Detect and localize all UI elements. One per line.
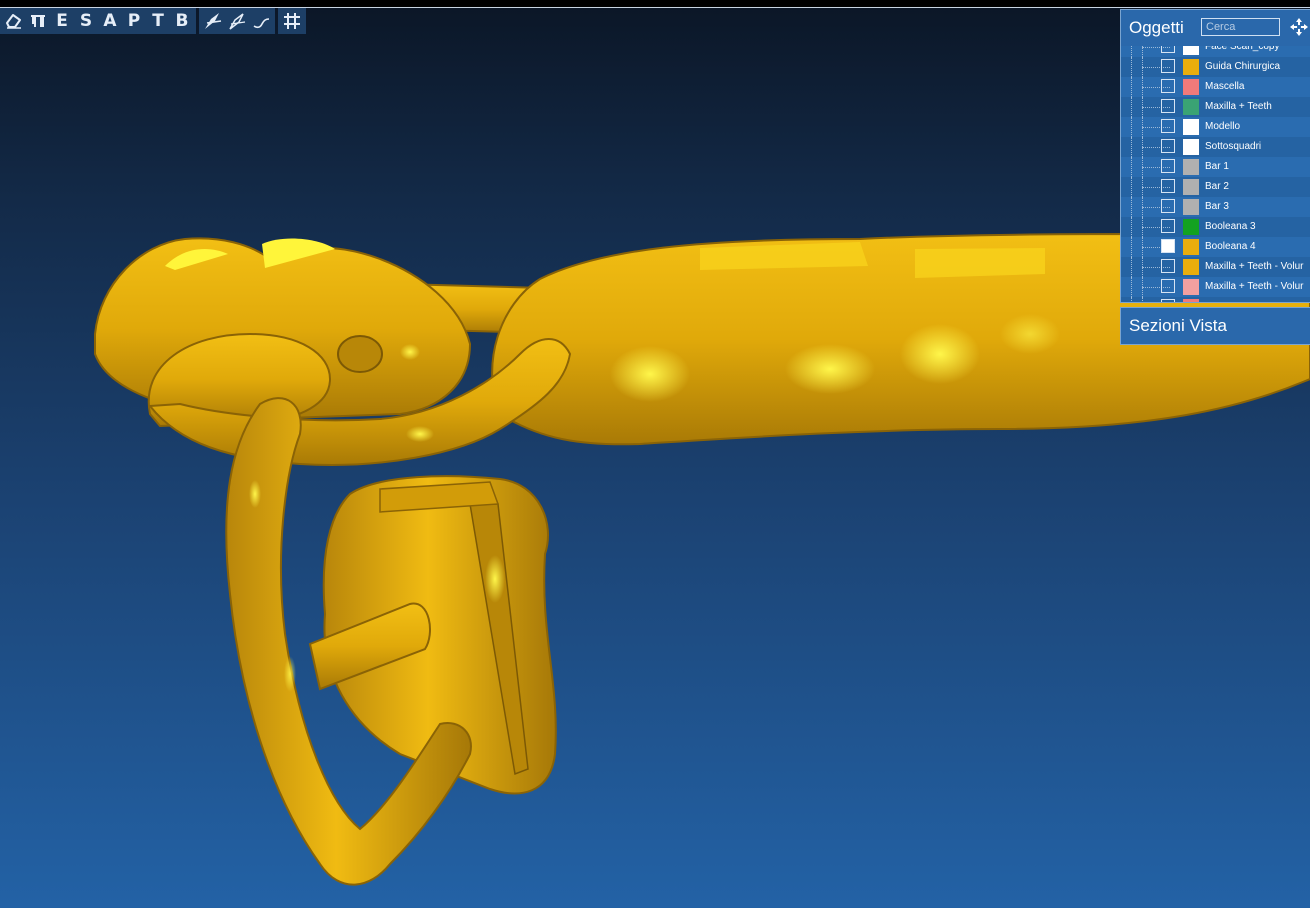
item-label: Booleana 4 — [1205, 241, 1256, 252]
visibility-checkbox[interactable] — [1161, 99, 1175, 113]
objects-panel: Face Scan_copy Guida Chirurgica Mascella… — [1120, 9, 1310, 303]
color-swatch[interactable] — [1183, 159, 1199, 175]
toolbar-letter-e[interactable]: E — [50, 9, 74, 33]
visibility-checkbox[interactable] — [1161, 79, 1175, 93]
color-swatch[interactable] — [1183, 79, 1199, 95]
item-label: Sottosquadri — [1205, 141, 1262, 152]
tree-line — [1131, 137, 1170, 157]
list-item[interactable]: Maxilla + Teeth - Volur — [1121, 277, 1310, 297]
objects-panel-title: Oggetti — [1129, 18, 1184, 37]
3d-viewport[interactable] — [0, 34, 1310, 908]
toolbar-letter-a[interactable]: A — [98, 9, 122, 33]
color-swatch[interactable] — [1183, 219, 1199, 235]
draw-surface-icon[interactable] — [201, 9, 225, 33]
toolbar: E S A P T B — [0, 8, 309, 34]
color-swatch[interactable] — [1183, 299, 1199, 302]
tree-line — [1131, 237, 1170, 257]
color-swatch[interactable] — [1183, 239, 1199, 255]
eraser-icon[interactable] — [2, 9, 26, 33]
visibility-checkbox[interactable] — [1161, 219, 1175, 233]
toolbar-group-draw — [199, 8, 275, 34]
visibility-checkbox[interactable] — [1161, 239, 1175, 253]
list-item[interactable]: Booleana 3 — [1121, 217, 1310, 237]
tree-line — [1131, 157, 1170, 177]
list-item[interactable]: Sottosquadri — [1121, 137, 1310, 157]
visibility-checkbox[interactable] — [1161, 139, 1175, 153]
item-label: Bar 2 — [1205, 181, 1229, 192]
tree-line — [1131, 177, 1170, 197]
tree-line — [1131, 77, 1170, 97]
visibility-checkbox[interactable] — [1161, 59, 1175, 73]
toolbar-letter-b[interactable]: B — [170, 9, 194, 33]
tree-line — [1131, 277, 1170, 297]
visibility-checkbox[interactable] — [1161, 279, 1175, 293]
list-item[interactable]: Booleana 4 — [1121, 237, 1310, 257]
visibility-checkbox[interactable] — [1161, 259, 1175, 273]
tree-line — [1131, 97, 1170, 117]
visibility-checkbox[interactable] — [1161, 179, 1175, 193]
item-label: Maxilla + Teeth — [1205, 101, 1272, 112]
item-label: Mascella — [1205, 81, 1245, 92]
tree-line — [1131, 257, 1170, 277]
item-label: Modello — [1205, 121, 1241, 132]
search-input[interactable] — [1201, 18, 1280, 36]
color-swatch[interactable] — [1183, 179, 1199, 195]
item-label: Booleana 3 — [1205, 221, 1256, 232]
visibility-checkbox[interactable] — [1161, 159, 1175, 173]
tree-line — [1131, 297, 1162, 302]
toolbar-group-grid — [278, 8, 306, 34]
item-label: Bar 3 — [1205, 201, 1229, 212]
tree-line — [1131, 197, 1170, 217]
list-item[interactable]: Mascella — [1121, 77, 1310, 97]
color-swatch[interactable] — [1183, 99, 1199, 115]
toolbar-letter-p[interactable]: P — [122, 9, 146, 33]
list-item[interactable]: Modello — [1121, 117, 1310, 137]
sections-view-title: Sezioni Vista — [1129, 316, 1227, 335]
color-swatch[interactable] — [1183, 259, 1199, 275]
list-item[interactable]: Bar 3 — [1121, 197, 1310, 217]
list-item[interactable]: Maxilla + Teeth — [1121, 97, 1310, 117]
objects-panel-header: Oggetti — [1121, 10, 1310, 46]
visibility-checkbox[interactable] — [1161, 119, 1175, 133]
tree-line — [1131, 57, 1170, 77]
toolbar-letter-t[interactable]: T — [146, 9, 170, 33]
item-label: Maxilla + Teeth - Volur — [1205, 281, 1304, 292]
list-item[interactable]: Bar 1 — [1121, 157, 1310, 177]
pi-icon[interactable] — [26, 9, 50, 33]
toolbar-letter-s[interactable]: S — [74, 9, 98, 33]
grid-icon[interactable] — [280, 9, 304, 33]
window-top-border — [0, 0, 1310, 8]
item-label: Bar 1 — [1205, 161, 1229, 172]
color-swatch[interactable] — [1183, 59, 1199, 75]
tree-line — [1131, 117, 1170, 137]
sections-view-panel[interactable]: Sezioni Vista — [1120, 307, 1310, 345]
list-item[interactable] — [1121, 297, 1310, 302]
list-item[interactable]: Bar 2 — [1121, 177, 1310, 197]
draw-curve-icon[interactable] — [225, 9, 249, 33]
visibility-checkbox[interactable] — [1161, 199, 1175, 213]
objects-list: Face Scan_copy Guida Chirurgica Mascella… — [1121, 37, 1310, 302]
list-item[interactable]: Guida Chirurgica — [1121, 57, 1310, 77]
toolbar-group-tools: E S A P T B — [0, 8, 196, 34]
color-swatch[interactable] — [1183, 279, 1199, 295]
move-panel-icon[interactable] — [1288, 16, 1310, 38]
list-item[interactable]: Maxilla + Teeth - Volur — [1121, 257, 1310, 277]
item-label: Maxilla + Teeth - Volur — [1205, 261, 1304, 272]
visibility-checkbox[interactable] — [1161, 299, 1175, 302]
color-swatch[interactable] — [1183, 119, 1199, 135]
tree-line — [1131, 217, 1170, 237]
freehand-curve-icon[interactable] — [249, 9, 273, 33]
color-swatch[interactable] — [1183, 139, 1199, 155]
color-swatch[interactable] — [1183, 199, 1199, 215]
item-label: Guida Chirurgica — [1205, 61, 1281, 72]
